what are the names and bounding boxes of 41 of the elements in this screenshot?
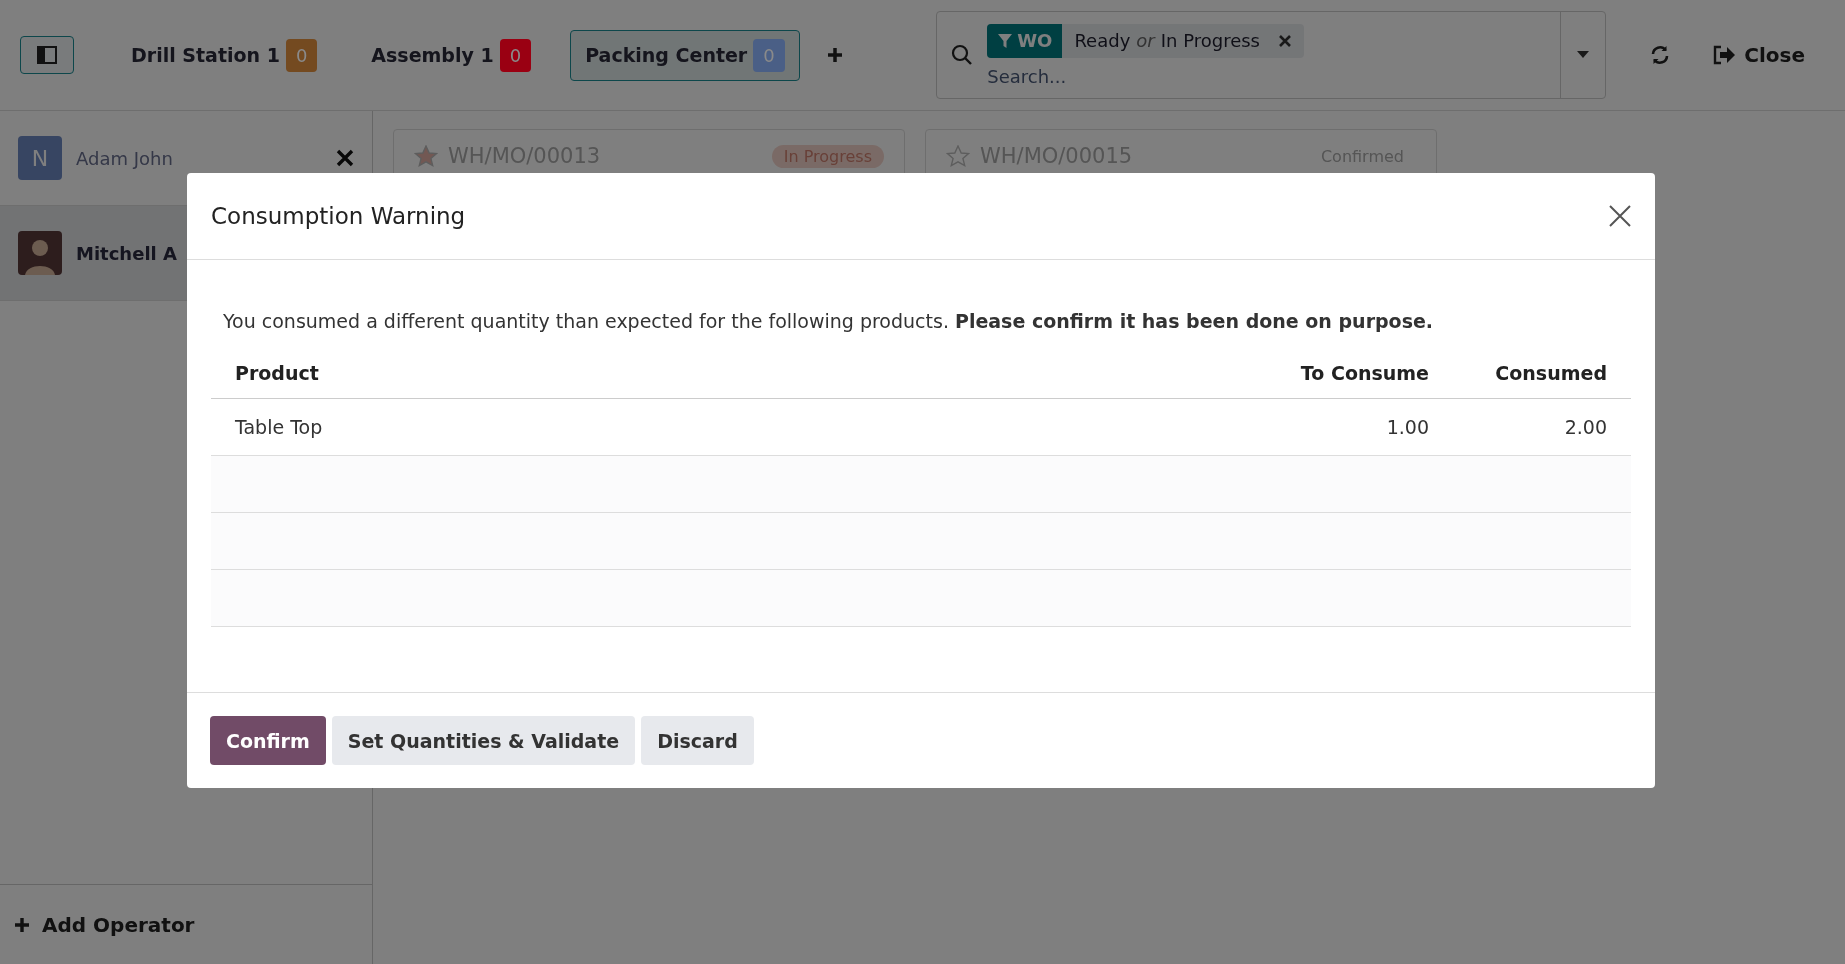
count-badge: 0 [499, 38, 532, 72]
operator-name: Adam John [76, 147, 174, 169]
sidebar-toggle-button[interactable] [20, 36, 74, 74]
sidebar-icon [37, 46, 57, 64]
exit-icon [1712, 45, 1737, 65]
dialog-button[interactable]: Discard [641, 716, 754, 765]
close-icon[interactable] [1609, 205, 1631, 227]
table-cell: Table Top [211, 398, 1275, 456]
table-cell: 1.00 [1275, 398, 1453, 456]
facet-value: Ready [1074, 30, 1131, 51]
close-icon[interactable] [336, 149, 354, 167]
count-badge: 0 [753, 38, 785, 72]
workcenter-tab[interactable]: Drill Station 1 0 [116, 29, 333, 81]
workcenter-tab[interactable]: Assembly 1 0 [356, 29, 547, 81]
warning-message: You consumed a different quantity than expected for the following products. Please confirm it has been done on purpose. [223, 310, 1435, 332]
search-icon [951, 44, 974, 66]
star-icon[interactable] [946, 145, 970, 167]
caret-icon [1577, 51, 1590, 59]
search-input[interactable]: Search... [987, 65, 1388, 87]
operator-avatar: N [18, 136, 62, 180]
remove-filter-icon[interactable] [1278, 33, 1292, 48]
confirm-button[interactable]: Confirm [210, 716, 326, 765]
table-cell: 2.00 [1453, 398, 1631, 456]
close-button[interactable]: Close [1706, 42, 1811, 68]
plus-icon [14, 916, 30, 933]
refresh-icon[interactable] [1650, 45, 1671, 65]
star-icon[interactable] [414, 145, 438, 167]
count-badge: 0 [285, 38, 318, 72]
facet-value: In Progress [1160, 30, 1260, 51]
dialog-button[interactable]: Set Quantities & Validate [331, 716, 636, 765]
workcenter-tab[interactable]: Packing Center 0 [570, 29, 800, 81]
add-operator-button[interactable]: Add Operator [0, 884, 372, 964]
funnel-icon [997, 32, 1014, 49]
avatar-silhouette [18, 231, 62, 275]
facet-separator: or [1136, 30, 1155, 51]
operator-name: Mitchell A [76, 242, 178, 264]
filter-label: WO [1017, 30, 1053, 51]
column-header: Product [211, 348, 1275, 399]
column-header: To Consume [1275, 348, 1453, 399]
column-header: Consumed [1453, 348, 1631, 399]
plus-icon[interactable] [825, 46, 844, 64]
